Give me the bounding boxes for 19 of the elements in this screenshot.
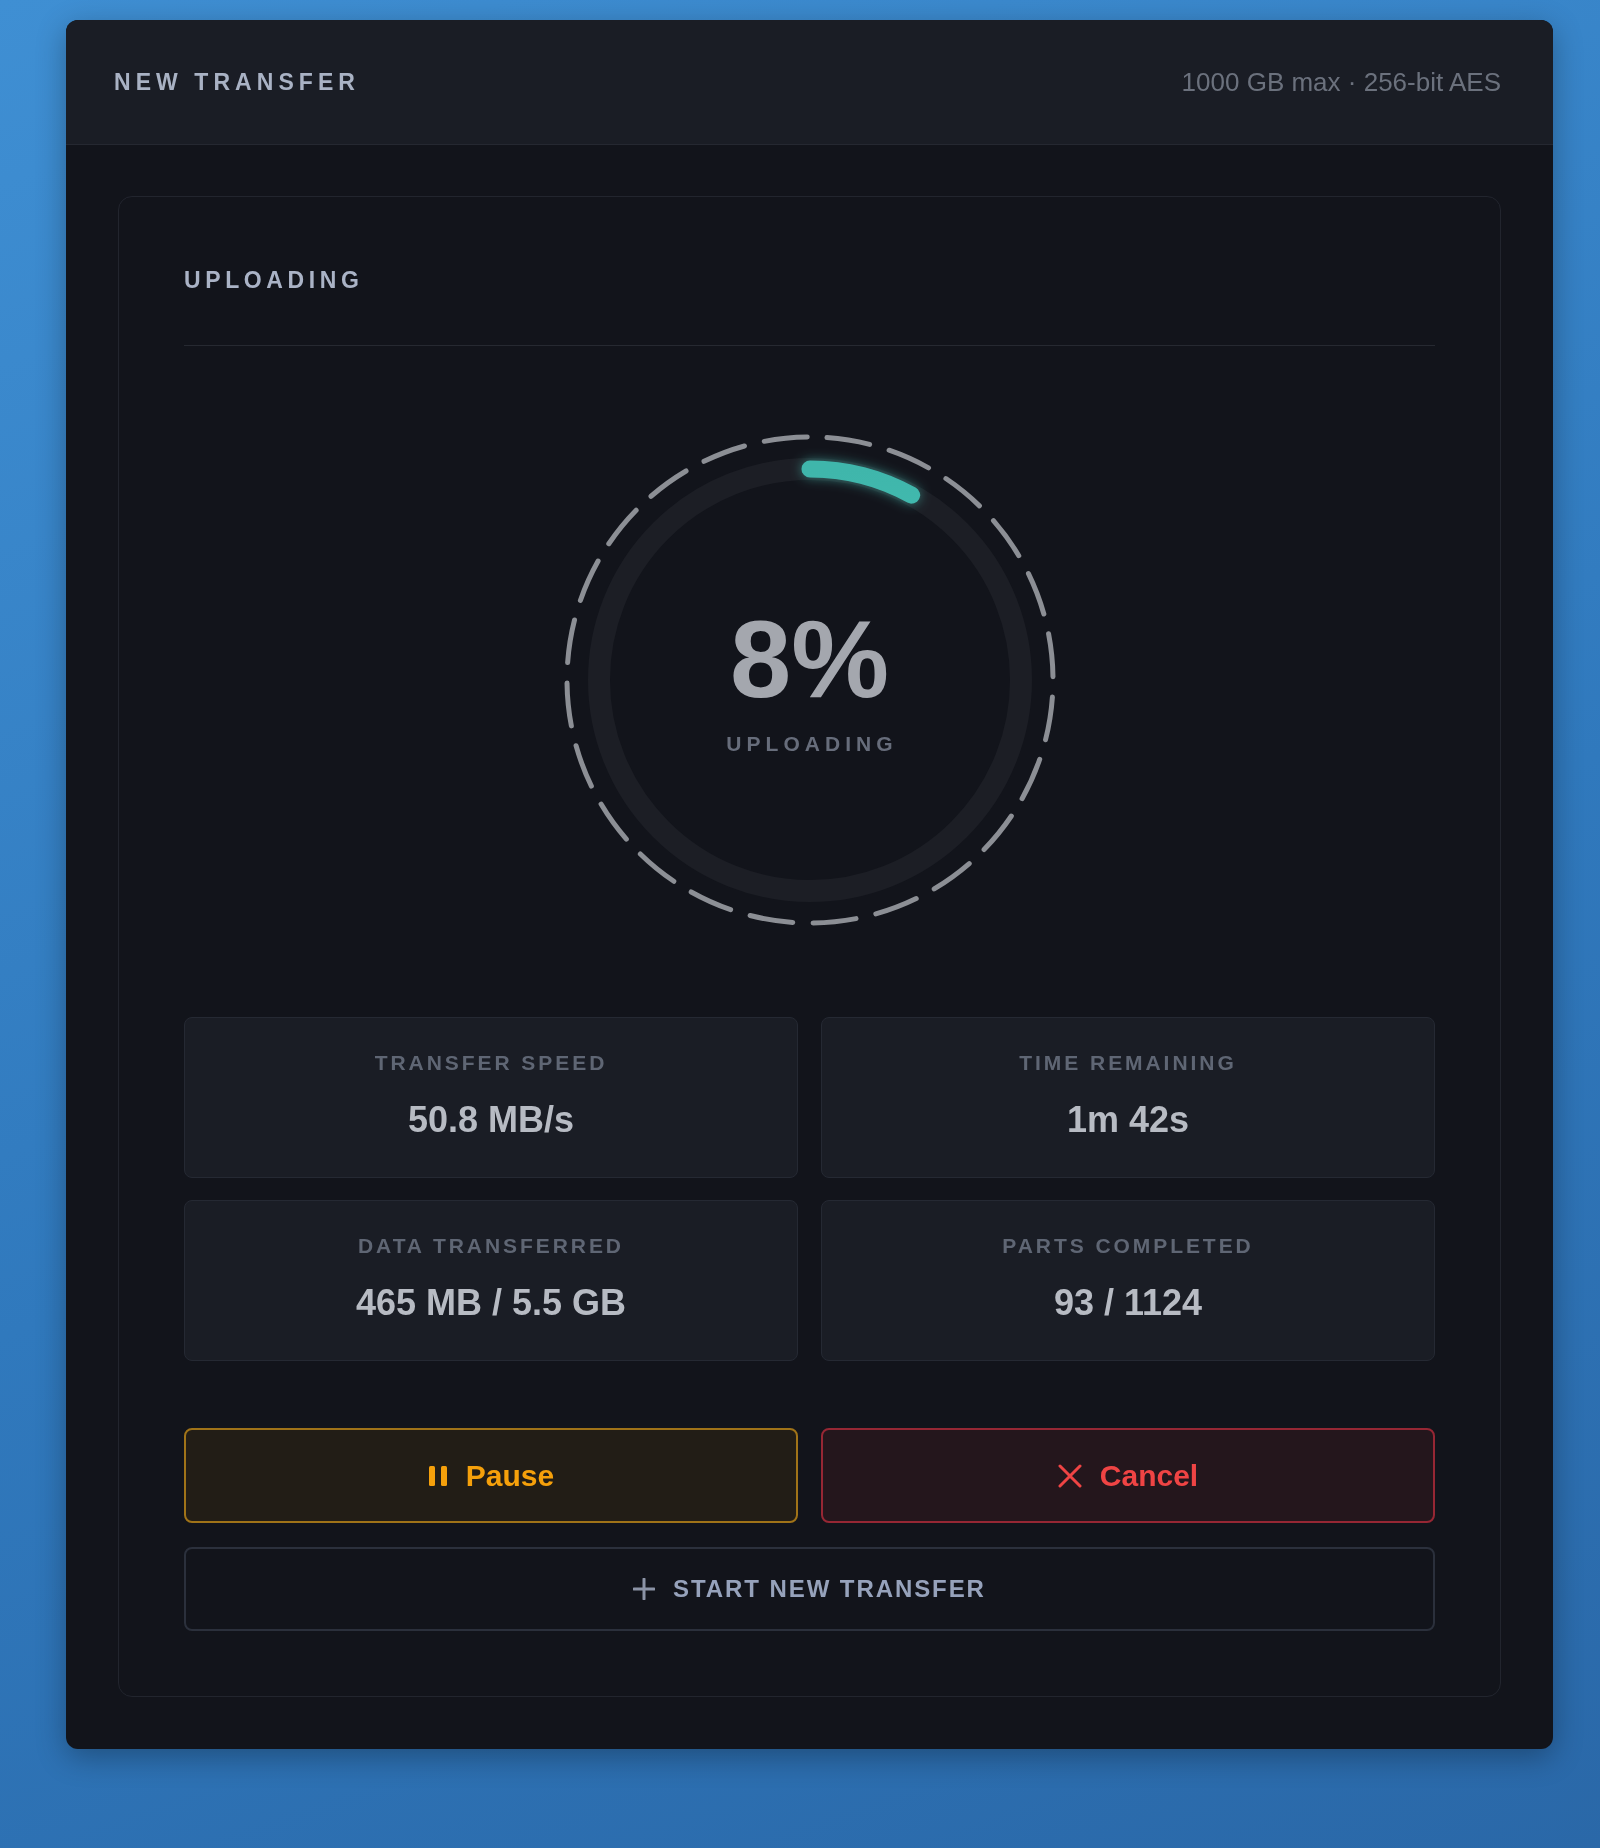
stat-value: 1m 42s	[1066, 1100, 1190, 1140]
section-heading: UPLOADING	[184, 266, 365, 295]
pause-icon	[427, 1464, 448, 1487]
panel-title: NEW TRANSFER	[114, 68, 360, 96]
close-icon	[1057, 1463, 1082, 1488]
progress-status: UPLOADING	[725, 731, 898, 757]
start-transfer-button[interactable]: START NEW TRANSFER	[184, 1547, 1435, 1631]
stat-label: DATA TRANSFERRED	[358, 1234, 624, 1258]
pause-button[interactable]: Pause	[184, 1428, 798, 1523]
stat-label: TIME REMAINING	[1019, 1051, 1237, 1075]
stat-value: 93 / 1124	[1053, 1283, 1203, 1323]
cancel-button[interactable]: Cancel	[821, 1428, 1435, 1523]
stat-value: 465 MB / 5.5 GB	[355, 1283, 627, 1323]
plus-icon	[633, 1578, 656, 1600]
stat-label: TRANSFER SPEED	[374, 1051, 608, 1075]
panel-meta: 1000 GB max · 256-bit AES	[1181, 66, 1501, 98]
stat-value: 50.8 MB/s	[407, 1100, 575, 1140]
stat-label: PARTS COMPLETED	[1002, 1234, 1254, 1258]
progress-percent: 8%	[730, 609, 889, 709]
